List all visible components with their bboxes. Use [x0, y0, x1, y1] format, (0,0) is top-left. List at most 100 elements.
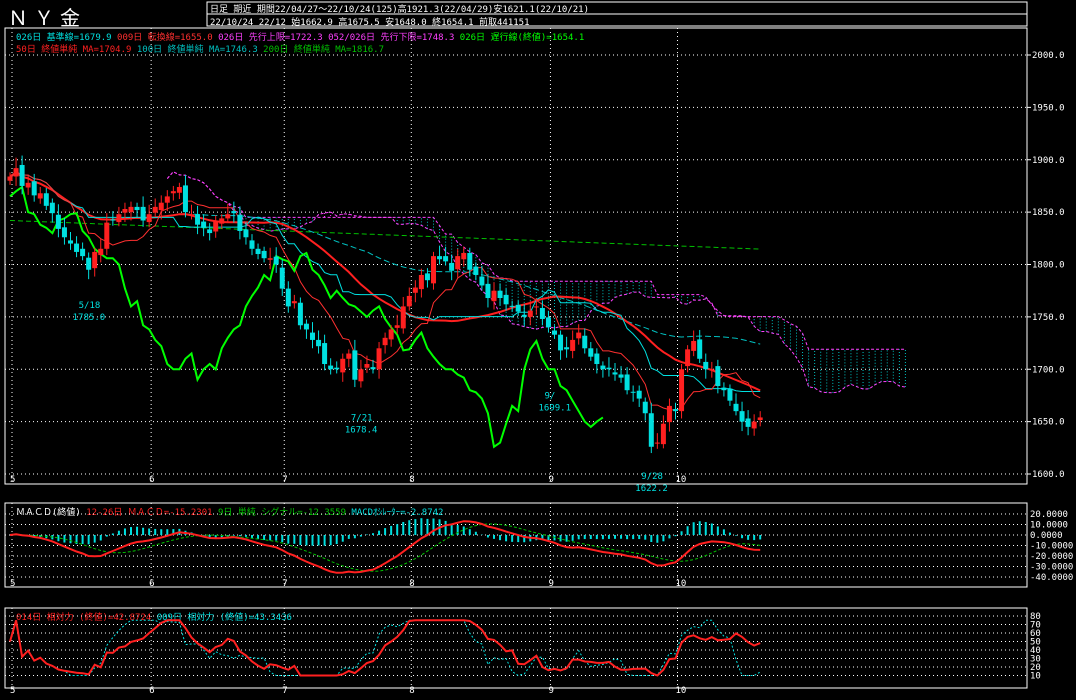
candle-body: [376, 348, 382, 370]
month-tick-label: 7: [282, 686, 287, 696]
candle-body: [358, 369, 364, 382]
annotation-value: 1785.0: [73, 313, 106, 323]
price-frame: [4, 27, 1028, 485]
chart-canvas: 5/18 1785.0 7/21 1678.4 9/1699.1 9/28 1622.2 5…: [4, 27, 1073, 696]
month-tick-label: 9: [548, 475, 553, 485]
candle-body: [527, 310, 533, 317]
rsi-tick-label: 10: [1030, 672, 1041, 682]
annotation-date: 9/28: [641, 472, 663, 482]
month-tick-label: 10: [676, 475, 687, 485]
candle-body: [612, 372, 618, 375]
candle-body: [122, 208, 128, 213]
candle-body: [709, 369, 715, 371]
candle-body: [164, 196, 170, 203]
annotation-date: 9/: [545, 391, 556, 401]
candle-body: [152, 206, 158, 213]
candle-body: [727, 388, 733, 401]
macd-tick-label: 20.0000: [1030, 510, 1068, 520]
candle-body: [600, 365, 606, 370]
candle-body: [576, 332, 582, 339]
month-tick-label: 7: [282, 579, 287, 589]
month-tick-label: 8: [409, 686, 414, 696]
candle-body: [552, 330, 557, 335]
month-tick-label: 8: [409, 475, 414, 485]
price-tick-label: 2000.0: [1032, 51, 1065, 61]
candle-body: [685, 349, 691, 367]
price-panel: 5/18 1785.0 7/21 1678.4 9/1699.1 9/28 1622.2: [5, 28, 1027, 688]
candle-body: [697, 339, 703, 359]
month-tick-label: 5: [10, 579, 15, 589]
price-tick-label: 1950.0: [1032, 103, 1065, 113]
candle-body: [733, 403, 739, 412]
candle-body: [461, 252, 467, 260]
candle-body: [406, 295, 412, 307]
candle-body: [751, 421, 757, 429]
candle-body: [400, 306, 406, 329]
candle-body: [291, 301, 297, 304]
candle-body: [170, 191, 176, 194]
candle-body: [158, 202, 164, 211]
rsi-panel: [5, 615, 1027, 677]
candle-body: [394, 325, 400, 328]
price-tick-label: 1850.0: [1032, 208, 1065, 218]
price-tick-label: 1750.0: [1032, 313, 1065, 323]
candle-body: [146, 214, 152, 223]
candle-body: [207, 229, 213, 234]
candle-body: [673, 409, 678, 412]
candle-body: [98, 248, 104, 256]
candle-body: [443, 256, 449, 262]
annotation-date: 7/21: [351, 413, 373, 423]
annotation-value: 1699.1: [539, 403, 572, 413]
candle-body: [624, 374, 630, 391]
candle-body: [582, 335, 588, 349]
macd-tick-label: -40.0000: [1030, 573, 1073, 583]
month-tick-label: 6: [149, 579, 154, 589]
candle-body: [61, 227, 67, 238]
candle-body: [352, 350, 358, 380]
candle-body: [346, 353, 352, 359]
candle-body: [509, 305, 515, 307]
candle-body: [297, 302, 303, 326]
candle-body: [116, 214, 122, 223]
candle-body: [25, 182, 31, 188]
candle-body: [189, 214, 194, 216]
candle-body: [110, 219, 116, 221]
candle-body: [273, 256, 279, 265]
candle-body: [370, 367, 376, 370]
ma200-line: [9, 220, 761, 250]
candle-body: [195, 214, 201, 225]
candle-body: [431, 256, 436, 284]
macd-tick-label: -10.0000: [1030, 542, 1073, 552]
month-tick-label: 6: [149, 686, 154, 696]
candle-body: [679, 369, 685, 412]
candle-body: [225, 214, 231, 219]
candle-body: [739, 411, 745, 422]
axis-labels: 5 5 5 6 6 6 7 7 7 8 8 8 9 9 9 10 10 10 1600.0 1650.0 1700.0 1…: [10, 51, 1073, 696]
candle-body: [479, 276, 485, 286]
candle-body: [74, 243, 80, 252]
price-tick-label: 1650.0: [1032, 418, 1065, 428]
month-tick-label: 7: [282, 475, 287, 485]
candle-body: [636, 390, 642, 399]
candle-body: [618, 374, 624, 378]
price-tick-label: 1900.0: [1032, 156, 1065, 166]
macd-tick-label: -20.0000: [1030, 552, 1073, 562]
candle-body: [134, 206, 140, 211]
candle-body: [588, 348, 594, 357]
candle-body: [455, 256, 461, 270]
candle-body: [92, 251, 98, 269]
candle-body: [715, 366, 721, 387]
candle-body: [570, 339, 576, 351]
month-tick-label: 9: [548, 686, 553, 696]
candle-body: [691, 340, 697, 351]
candle-body: [37, 193, 43, 199]
candle-body: [49, 202, 55, 214]
candle-body: [418, 274, 424, 290]
candle-body: [334, 367, 340, 370]
macd-tick-label: -30.0000: [1030, 563, 1073, 573]
macd-panel: [5, 513, 1027, 578]
candle-body: [261, 250, 267, 259]
candle-body: [19, 164, 25, 186]
price-tick-label: 1800.0: [1032, 261, 1065, 271]
candle-body: [437, 256, 443, 260]
